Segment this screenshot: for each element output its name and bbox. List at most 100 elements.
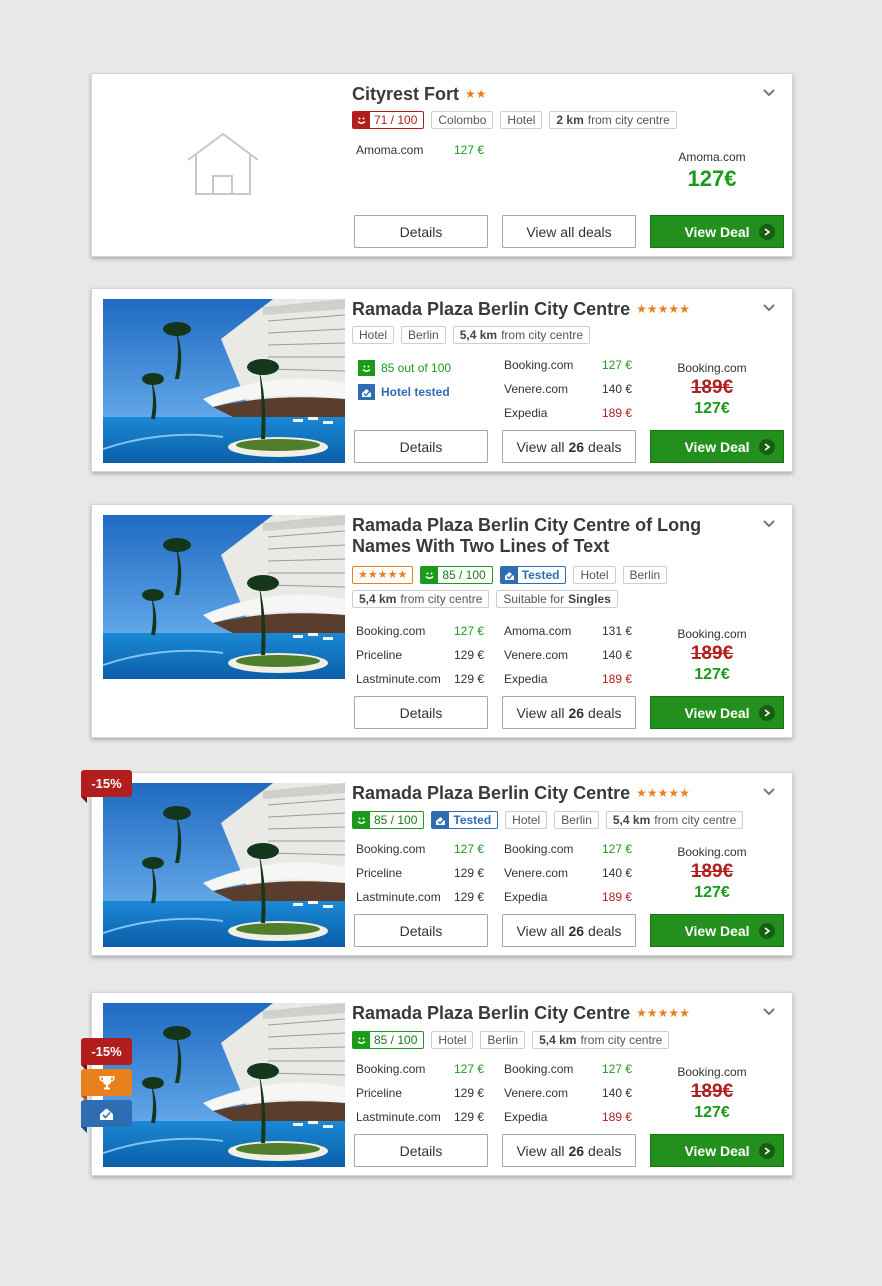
trophy-ribbon [81, 1069, 132, 1102]
distance-tag: 5,4 km from city centre [352, 590, 490, 608]
details-button[interactable]: Details [354, 215, 488, 248]
price-row[interactable]: Priceline 129 € [356, 865, 496, 889]
hotel-card: Ramada Plaza Berlin City Centre ★★★★★ 85 … [91, 992, 793, 1176]
chevron-down-icon[interactable] [762, 785, 776, 799]
distance-tag: 5,4 km from city centre [532, 1031, 670, 1049]
view-deal-button[interactable]: View Deal [650, 215, 784, 248]
best-deal: Booking.com 189€ 127€ [677, 1065, 747, 1121]
suitable-tag: Suitable for Singles [496, 590, 618, 608]
price-row[interactable]: Booking.com 127 € [504, 841, 644, 865]
hotel-card: Cityrest Fort ★★ 71 / 100 Colombo Hotel 2… [91, 73, 793, 257]
price-row[interactable]: Lastminute.com 129 € [356, 1109, 496, 1133]
view-all-deals-button[interactable]: View all 26 deals [502, 696, 636, 729]
hotel-tested-icon [500, 567, 518, 583]
price-row[interactable]: Booking.com 127 € [356, 841, 496, 865]
view-deal-button[interactable]: View Deal [650, 430, 784, 463]
discount-ribbon: -15% [81, 770, 132, 803]
best-deal: Booking.com 189€ 127€ [677, 361, 747, 417]
smiley-icon [353, 1032, 370, 1048]
view-all-deals-button[interactable]: View all 26 deals [502, 914, 636, 947]
hotel-name[interactable]: Ramada Plaza Berlin City Centre of Long … [352, 515, 732, 557]
chevron-down-icon[interactable] [762, 517, 776, 531]
price-row[interactable]: Booking.com 127 € [356, 623, 496, 647]
hotel-tested-icon [100, 1108, 113, 1120]
tested-badge[interactable]: Tested [431, 811, 499, 829]
hotel-card: Ramada Plaza Berlin City Centre of Long … [91, 504, 793, 738]
hotel-photo[interactable] [103, 299, 345, 463]
smiley-icon [421, 567, 439, 583]
hotel-photo[interactable] [103, 1003, 345, 1167]
price-row[interactable]: Lastminute.com 129 € [356, 671, 496, 695]
chevron-down-icon[interactable] [762, 1005, 776, 1019]
details-button[interactable]: Details [354, 696, 488, 729]
price-row[interactable]: Expedia 189 € [504, 671, 644, 695]
location-tag: Berlin [401, 326, 446, 344]
rating-badge: 71 / 100 [352, 111, 425, 129]
price-row[interactable]: Venere.com 140 € [504, 381, 644, 405]
rating-badge: 85 / 100 [352, 811, 425, 829]
view-all-deals-button[interactable]: View all 26 deals [502, 1134, 636, 1167]
price-row[interactable]: Lastminute.com 129 € [356, 889, 496, 913]
hotel-photo[interactable] [103, 515, 345, 679]
distance-tag: 5,4 km from city centre [452, 326, 591, 344]
smiley-icon [353, 812, 370, 828]
hotel-name[interactable]: Cityrest Fort ★★ [352, 84, 487, 105]
hotel-name[interactable]: Ramada Plaza Berlin City Centre ★★★★★ [352, 299, 690, 320]
hotel-card: Ramada Plaza Berlin City Centre ★★★★★ Hot… [91, 288, 793, 472]
hotel-photo[interactable] [103, 783, 345, 947]
type-tag: Hotel [500, 111, 543, 129]
price-row[interactable]: Venere.com 140 € [504, 647, 644, 671]
view-all-deals-button[interactable]: View all deals [502, 215, 636, 248]
price-row[interactable]: Booking.com 127 € [356, 1061, 496, 1085]
price-row[interactable]: Priceline 129 € [356, 647, 496, 671]
star-rating: ★★★★★ [636, 1006, 690, 1020]
best-deal: Amoma.com 127€ [678, 150, 746, 191]
price-row[interactable]: Expedia 189 € [504, 1109, 644, 1133]
hotel-name[interactable]: Ramada Plaza Berlin City Centre ★★★★★ [352, 783, 690, 804]
location-tag: Berlin [622, 566, 668, 584]
hotel-tested-icon [358, 384, 375, 400]
view-deal-button[interactable]: View Deal [650, 914, 784, 947]
hotel-placeholder-icon [186, 132, 260, 201]
trophy-icon [98, 1076, 115, 1090]
price-row[interactable]: Booking.com 127 € [504, 357, 644, 381]
details-button[interactable]: Details [354, 1134, 488, 1167]
rating-row: 85 out of 100 [358, 356, 498, 380]
price-row[interactable]: Booking.com 127 € [504, 1061, 644, 1085]
chevron-down-icon[interactable] [762, 86, 776, 100]
best-deal: Booking.com 189€ 127€ [677, 627, 747, 683]
price-row[interactable]: Expedia 189 € [504, 889, 644, 913]
chevron-down-icon[interactable] [762, 301, 776, 315]
view-deal-button[interactable]: View Deal [650, 696, 784, 729]
hotel-tested-icon [432, 812, 450, 828]
view-deal-button[interactable]: View Deal [650, 1134, 784, 1167]
type-tag: Hotel [352, 326, 395, 344]
chevron-right-icon [759, 1143, 775, 1159]
tested-badge[interactable]: Tested [499, 566, 567, 584]
hotel-card: Ramada Plaza Berlin City Centre ★★★★★ 85 … [91, 772, 793, 956]
star-rating: ★★★★★ [352, 566, 414, 584]
chevron-right-icon [759, 224, 775, 240]
price-row[interactable]: Expedia 189 € [504, 405, 644, 429]
chevron-right-icon [759, 705, 775, 721]
smiley-icon [358, 360, 375, 376]
price-row[interactable]: Amoma.com 131 € [504, 623, 644, 647]
hotel-name[interactable]: Ramada Plaza Berlin City Centre ★★★★★ [352, 1003, 690, 1024]
star-rating: ★★★★★ [636, 786, 690, 800]
tested-ribbon [81, 1100, 132, 1133]
chevron-right-icon [759, 923, 775, 939]
hotel-tested-row[interactable]: Hotel tested [358, 380, 498, 404]
star-rating: ★★★★★ [636, 302, 690, 316]
view-all-deals-button[interactable]: View all 26 deals [502, 430, 636, 463]
details-button[interactable]: Details [354, 914, 488, 947]
type-tag: Hotel [573, 566, 616, 584]
price-row[interactable]: Amoma.com 127 € [356, 142, 496, 166]
price-row[interactable]: Venere.com 140 € [504, 865, 644, 889]
price-row[interactable]: Priceline 129 € [356, 1085, 496, 1109]
chevron-right-icon [759, 439, 775, 455]
star-rating: ★★ [465, 87, 487, 101]
best-deal: Booking.com 189€ 127€ [677, 845, 747, 901]
details-button[interactable]: Details [354, 430, 488, 463]
rating-badge: 85 / 100 [420, 566, 493, 584]
price-row[interactable]: Venere.com 140 € [504, 1085, 644, 1109]
